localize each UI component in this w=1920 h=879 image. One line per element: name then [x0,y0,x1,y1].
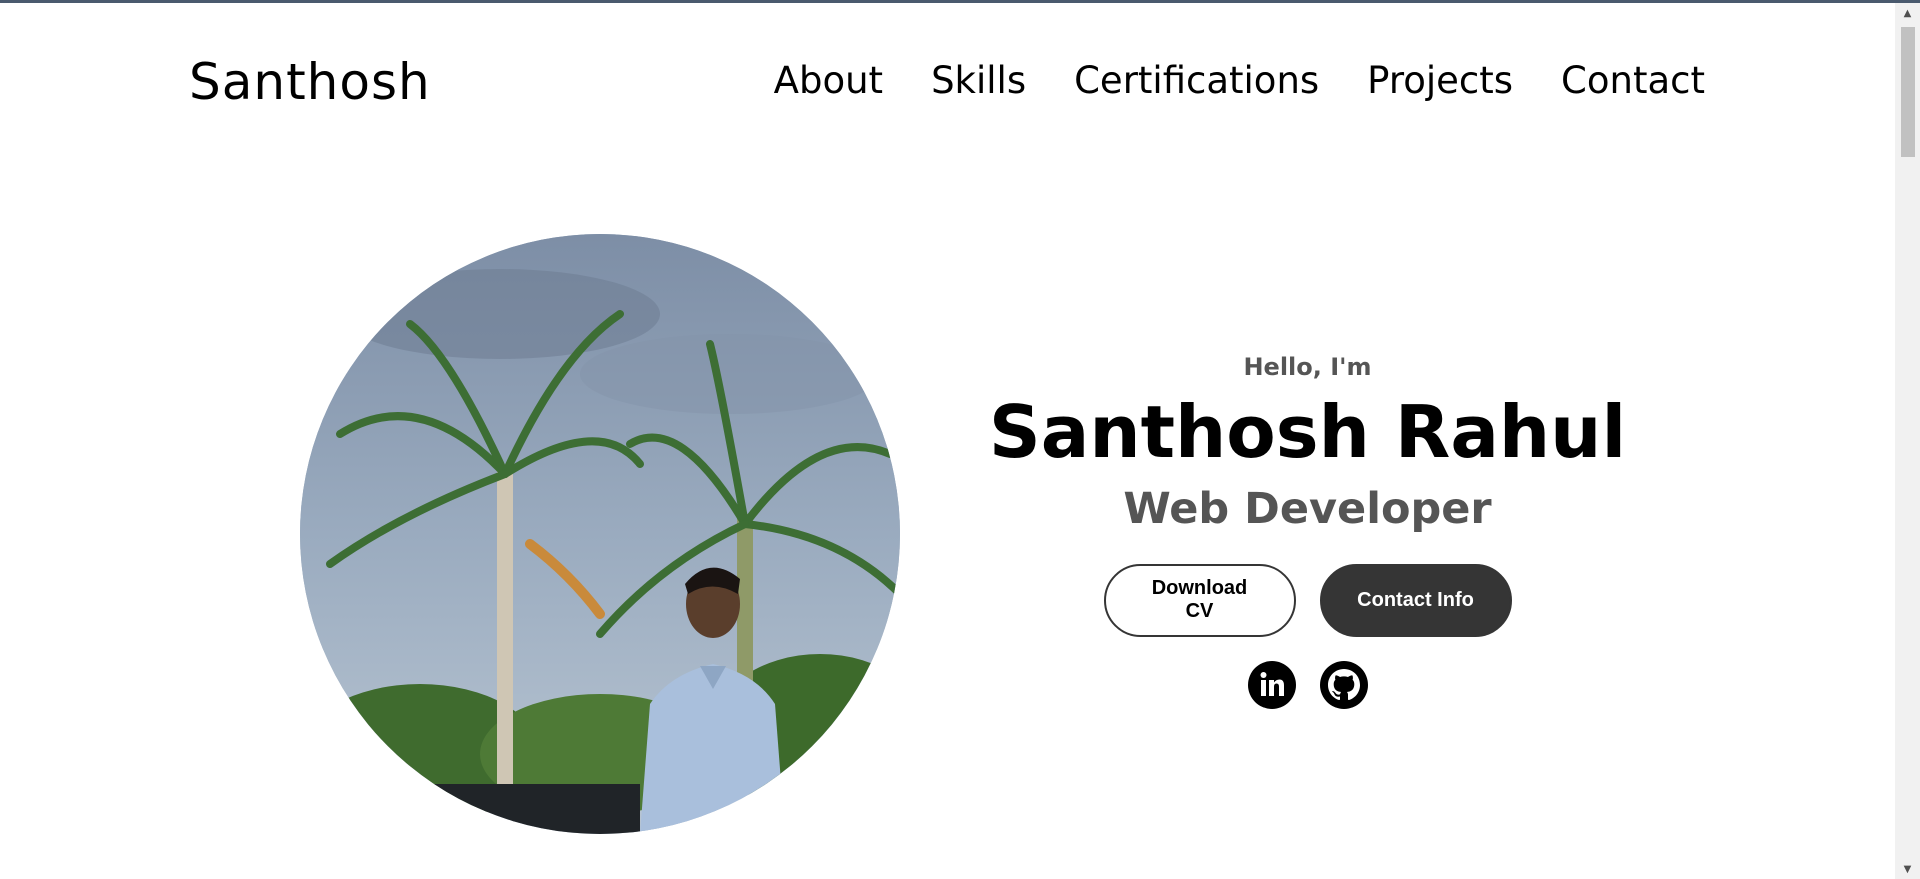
vertical-scrollbar[interactable]: ▲ ▼ [1895,3,1920,879]
nav-link-skills[interactable]: Skills [931,59,1026,102]
hero-section: Hello, I'm Santhosh Rahul Web Developer … [970,348,1645,709]
site-logo[interactable]: Santhosh [189,53,431,111]
download-cv-button[interactable]: Download CV [1103,563,1296,637]
social-links [970,660,1645,709]
scroll-down-arrow-icon[interactable]: ▼ [1895,859,1920,879]
hero-role: Web Developer [1123,483,1492,534]
linkedin-icon[interactable] [1247,660,1296,709]
hero-name: Santhosh Rahul [988,390,1627,474]
hero-buttons: Download CV Contact Info [970,563,1645,637]
main-nav: About Skills Certifications Projects Con… [774,59,1705,102]
nav-link-contact[interactable]: Contact [1561,59,1705,102]
nav-link-about[interactable]: About [774,59,883,102]
page: Santhosh About Skills Certifications Pro… [0,3,1895,879]
scroll-up-arrow-icon[interactable]: ▲ [1895,3,1920,23]
profile-photo [300,234,900,834]
scrollbar-thumb[interactable] [1901,27,1915,157]
github-icon[interactable] [1319,660,1368,709]
nav-link-projects[interactable]: Projects [1367,59,1513,102]
nav-link-certifications[interactable]: Certifications [1074,59,1319,102]
profile-photo-illustration [300,234,900,834]
contact-info-button[interactable]: Contact Info [1319,563,1512,637]
greeting-text: Hello, I'm [1243,353,1372,381]
